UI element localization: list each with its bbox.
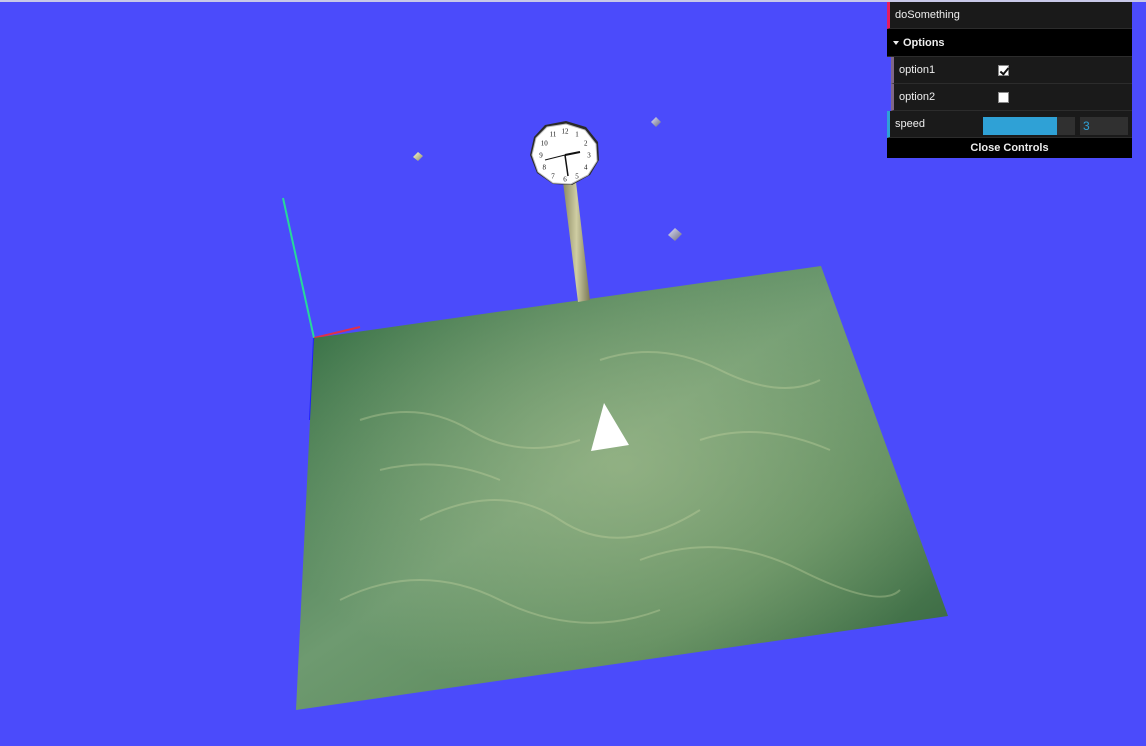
clock-numeral: 9 [539, 152, 543, 160]
clock: 12 12 3 45678 9 1011 [530, 121, 599, 185]
close-controls-button[interactable]: Close Controls [887, 138, 1132, 158]
floating-cube-1 [413, 152, 423, 161]
do-something-label: doSomething [895, 9, 960, 21]
clock-numeral: 3 [587, 152, 591, 160]
caret-down-icon [893, 41, 899, 45]
clock-numeral: 2 [584, 140, 588, 148]
axis-y-line [282, 197, 315, 339]
clock-numeral: 8 [542, 164, 546, 172]
clock-numeral: 11 [550, 131, 557, 139]
options-folder-label: Options [903, 37, 945, 49]
speed-row: speed 3 [887, 111, 1132, 138]
speed-label: speed [895, 118, 925, 130]
option1-row[interactable]: option1 [891, 57, 1132, 84]
clock-pole [563, 182, 590, 302]
option2-label: option2 [899, 91, 936, 103]
clock-numeral: 5 [575, 172, 579, 180]
floating-cube-2 [651, 117, 661, 127]
clock-numeral: 10 [541, 140, 549, 148]
clock-numeral: 4 [584, 164, 588, 172]
speed-input[interactable]: 3 [1080, 117, 1128, 135]
clock-numeral: 1 [575, 131, 579, 139]
options-folder-header[interactable]: Options [887, 29, 1132, 57]
speed-slider[interactable] [983, 117, 1075, 135]
clock-numeral: 12 [562, 128, 570, 136]
ground-light [296, 266, 948, 710]
option1-checkbox[interactable] [998, 65, 1009, 76]
clock-numeral: 7 [551, 172, 555, 180]
option1-label: option1 [899, 64, 936, 76]
controls-panel: doSomething Options option1 option2 spee… [887, 2, 1132, 158]
clock-numeral: 6 [563, 176, 567, 184]
do-something-button[interactable]: doSomething [887, 2, 1132, 29]
option2-row[interactable]: option2 [891, 84, 1132, 111]
option2-checkbox[interactable] [998, 92, 1009, 103]
floating-cube-3 [668, 228, 682, 241]
speed-slider-fill [983, 117, 1057, 135]
